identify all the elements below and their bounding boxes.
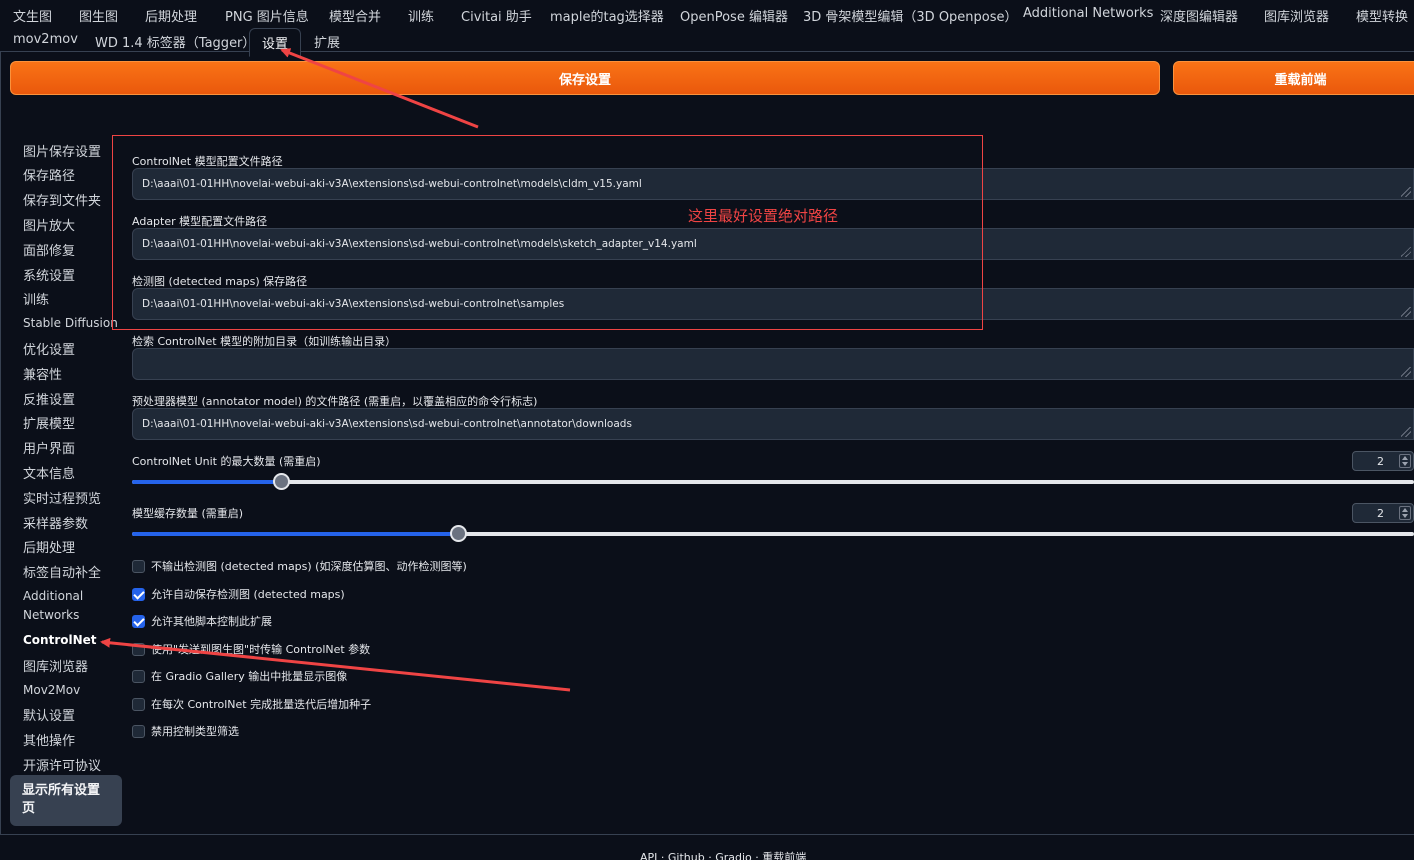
tab-3d-openpose[interactable]: 3D 骨架模型编辑（3D Openpose） bbox=[803, 6, 1018, 25]
sidebar-item-interrogate[interactable]: 反推设置 bbox=[23, 389, 75, 408]
tab-depth-editor[interactable]: 深度图编辑器 bbox=[1160, 6, 1238, 25]
checkbox-label: 使用"发送到图生图"时传输 ControlNet 参数 bbox=[151, 643, 371, 656]
footer-links[interactable]: API · Github · Gradio · 重载前端 bbox=[640, 849, 806, 860]
sidebar-item-compatibility[interactable]: 兼容性 bbox=[23, 364, 62, 383]
tab-model-convert[interactable]: 模型转换 bbox=[1356, 6, 1408, 25]
checkbox-label: 在每次 ControlNet 完成批量迭代后增加种子 bbox=[151, 698, 372, 711]
tab-mov2mov[interactable]: mov2mov bbox=[13, 32, 78, 47]
annotator-path-input[interactable]: D:\aaai\01-01HH\novelai-webui-aki-v3A\ex… bbox=[132, 408, 1414, 440]
sidebar-item-postprocessing[interactable]: 后期处理 bbox=[23, 537, 75, 556]
checkbox-allow-script-control[interactable]: 允许其他脚本控制此扩展 bbox=[132, 613, 272, 629]
main-tab-bar: 文生图 图生图 后期处理 PNG 图片信息 模型合并 训练 Civitai 助手… bbox=[0, 0, 1414, 57]
tab-extras[interactable]: 后期处理 bbox=[145, 6, 197, 25]
extra-models-dir-input[interactable] bbox=[132, 348, 1414, 380]
panel-border bbox=[0, 52, 1, 834]
slider-fill bbox=[132, 480, 281, 484]
sidebar-item-tag-autocomplete[interactable]: 标签自动补全 bbox=[23, 562, 101, 581]
show-all-pages-button[interactable]: 显示所有设置页 bbox=[10, 775, 122, 826]
tab-gallery[interactable]: 图库浏览器 bbox=[1264, 6, 1329, 25]
model-cache-slider[interactable] bbox=[132, 525, 1414, 542]
checkbox-icon[interactable] bbox=[132, 669, 145, 683]
checkbox-label: 允许其他脚本控制此扩展 bbox=[151, 615, 272, 628]
model-cache-value: 2 bbox=[1377, 507, 1384, 520]
tab-tagger[interactable]: WD 1.4 标签器（Tagger） bbox=[95, 32, 255, 51]
stepper-icon[interactable] bbox=[1399, 454, 1411, 468]
checkbox-icon[interactable] bbox=[132, 724, 145, 738]
sidebar-item-save-to-dirs[interactable]: 保存到文件夹 bbox=[23, 190, 101, 209]
footer-divider bbox=[0, 834, 1414, 835]
sidebar-item-training[interactable]: 训练 bbox=[23, 289, 49, 308]
sidebar-item-licenses[interactable]: 开源许可协议 bbox=[23, 755, 101, 774]
checkbox-icon[interactable] bbox=[132, 587, 145, 601]
save-settings-button[interactable]: 保存设置 bbox=[10, 61, 1160, 95]
tab-extensions[interactable]: 扩展 bbox=[314, 32, 340, 51]
sidebar-item-additional-networks-line2[interactable]: Networks bbox=[23, 608, 79, 622]
max-units-slider[interactable] bbox=[132, 473, 1414, 490]
sidebar-item-save-paths[interactable]: 保存路径 bbox=[23, 165, 75, 184]
tab-additional-networks[interactable]: Additional Networks bbox=[1023, 6, 1153, 21]
annotation-note: 这里最好设置绝对路径 bbox=[688, 207, 839, 225]
checkbox-label: 禁用控制类型筛选 bbox=[151, 725, 239, 738]
model-cache-label: 模型缓存数量 (需重启) bbox=[132, 507, 244, 520]
sidebar-item-user-interface[interactable]: 用户界面 bbox=[23, 438, 75, 457]
max-units-label: ControlNet Unit 的最大数量 (需重启) bbox=[132, 455, 321, 468]
tab-img2img[interactable]: 图生图 bbox=[79, 6, 118, 25]
checkbox-no-detectmap[interactable]: 不输出检测图 (detected maps) (如深度估算图、动作检测图等) bbox=[132, 558, 467, 574]
sidebar-item-sampler-params[interactable]: 采样器参数 bbox=[23, 513, 88, 532]
checkbox-batch-gallery[interactable]: 在 Gradio Gallery 输出中批量显示图像 bbox=[132, 668, 347, 684]
sidebar-item-stable-diffusion[interactable]: Stable Diffusion bbox=[23, 316, 118, 330]
max-units-number-input[interactable]: 2 bbox=[1352, 451, 1414, 471]
checkbox-disable-filter[interactable]: 禁用控制类型筛选 bbox=[132, 723, 239, 739]
checkbox-increment-seed[interactable]: 在每次 ControlNet 完成批量迭代后增加种子 bbox=[132, 696, 371, 712]
checkbox-send-to-img2img[interactable]: 使用"发送到图生图"时传输 ControlNet 参数 bbox=[132, 641, 370, 657]
tab-settings[interactable]: 设置 bbox=[249, 28, 302, 57]
sidebar-item-system[interactable]: 系统设置 bbox=[23, 265, 75, 284]
tab-train[interactable]: 训练 bbox=[408, 6, 434, 25]
checkbox-autosave-detectmap[interactable]: 允许自动保存检测图 (detected maps) bbox=[132, 586, 345, 602]
resize-handle-icon[interactable] bbox=[1401, 367, 1411, 377]
annotator-path-label: 预处理器模型 (annotator model) 的文件路径 (需重启，以覆盖相… bbox=[132, 395, 538, 408]
sidebar-item-defaults[interactable]: 默认设置 bbox=[23, 705, 75, 724]
checkbox-icon[interactable] bbox=[132, 559, 145, 573]
resize-handle-icon[interactable] bbox=[1401, 187, 1411, 197]
sidebar-item-live-preview[interactable]: 实时过程预览 bbox=[23, 488, 101, 507]
tab-png-info[interactable]: PNG 图片信息 bbox=[225, 6, 309, 25]
slider-fill bbox=[132, 532, 458, 536]
annotator-path-value: D:\aaai\01-01HH\novelai-webui-aki-v3A\ex… bbox=[142, 418, 632, 430]
sidebar-item-image-browser[interactable]: 图库浏览器 bbox=[23, 656, 88, 675]
sidebar-item-infotext[interactable]: 文本信息 bbox=[23, 463, 75, 482]
checkbox-label: 不输出检测图 (detected maps) (如深度估算图、动作检测图等) bbox=[151, 560, 467, 573]
reload-ui-button[interactable]: 重载前端 bbox=[1173, 61, 1414, 95]
checkbox-label: 允许自动保存检测图 (detected maps) bbox=[151, 588, 345, 601]
model-cache-number-input[interactable]: 2 bbox=[1352, 503, 1414, 523]
slider-thumb[interactable] bbox=[272, 473, 290, 490]
slider-thumb[interactable] bbox=[449, 525, 467, 542]
tab-civitai[interactable]: Civitai 助手 bbox=[461, 6, 532, 25]
sidebar-item-mov2mov[interactable]: Mov2Mov bbox=[23, 683, 80, 697]
sidebar-item-image-saving[interactable]: 图片保存设置 bbox=[23, 141, 101, 160]
extra-models-dir-label: 检索 ControlNet 模型的附加目录（如训练输出目录） bbox=[132, 335, 397, 348]
tab-merge[interactable]: 模型合并 bbox=[329, 6, 381, 25]
stepper-icon[interactable] bbox=[1399, 506, 1411, 520]
checkbox-icon[interactable] bbox=[132, 614, 145, 628]
sidebar-item-extra-networks[interactable]: 扩展模型 bbox=[23, 413, 75, 432]
sidebar-item-optimizations[interactable]: 优化设置 bbox=[23, 339, 75, 358]
resize-handle-icon[interactable] bbox=[1401, 427, 1411, 437]
sidebar-item-additional-networks[interactable]: Additional bbox=[23, 589, 83, 603]
tab-openpose[interactable]: OpenPose 编辑器 bbox=[680, 6, 788, 25]
annotation-highlight-box bbox=[112, 135, 983, 330]
checkbox-icon[interactable] bbox=[132, 697, 145, 711]
checkbox-icon[interactable] bbox=[132, 642, 145, 656]
sidebar-item-upscaling[interactable]: 图片放大 bbox=[23, 215, 75, 234]
resize-handle-icon[interactable] bbox=[1401, 247, 1411, 257]
max-units-value: 2 bbox=[1377, 455, 1384, 468]
sidebar-item-face-restoration[interactable]: 面部修复 bbox=[23, 240, 75, 259]
sidebar-item-controlnet[interactable]: ControlNet bbox=[23, 633, 97, 647]
tab-txt2img[interactable]: 文生图 bbox=[13, 6, 52, 25]
resize-handle-icon[interactable] bbox=[1401, 307, 1411, 317]
sidebar-item-actions[interactable]: 其他操作 bbox=[23, 730, 75, 749]
tab-tag-selector[interactable]: maple的tag选择器 bbox=[550, 6, 664, 25]
checkbox-label: 在 Gradio Gallery 输出中批量显示图像 bbox=[151, 670, 348, 683]
